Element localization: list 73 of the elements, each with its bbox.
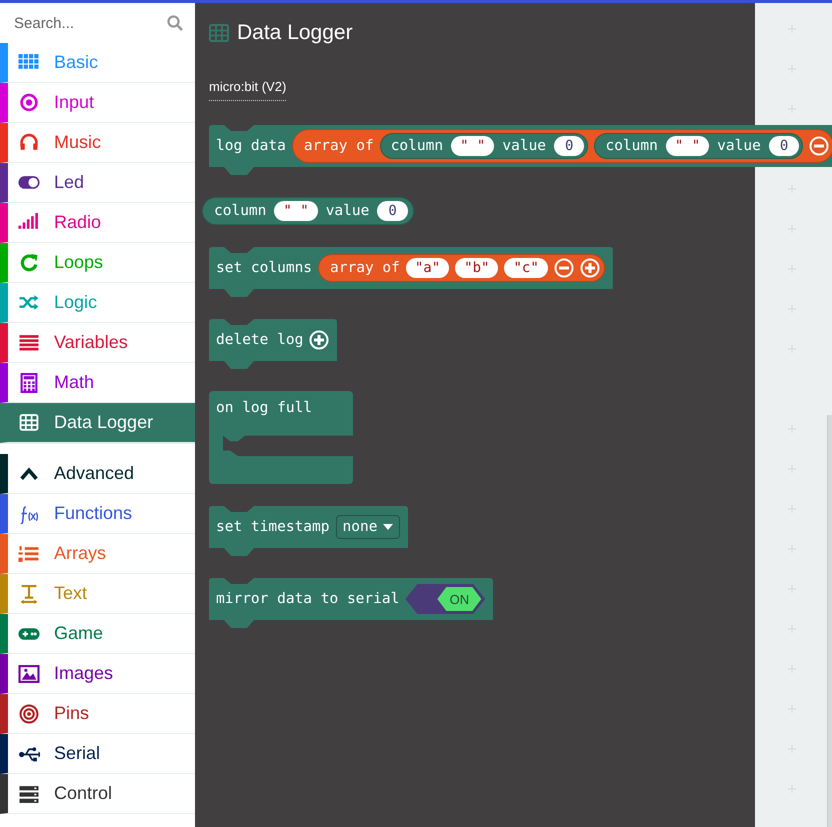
category-icon (18, 544, 40, 564)
reporter-block[interactable]: column " " value 0 (202, 197, 414, 225)
block-label: mirror data to serial (216, 591, 400, 607)
block-label: set timestamp (216, 519, 330, 535)
category-icon (18, 584, 40, 604)
number-field[interactable]: 0 (377, 201, 408, 221)
table-icon (209, 24, 229, 42)
category-item[interactable]: Data Logger (0, 403, 195, 443)
category-item[interactable]: Input (0, 83, 195, 123)
column-value-block[interactable]: column " " value 0 (594, 133, 804, 159)
block-label: delete log (216, 332, 304, 348)
category-item[interactable]: Music (0, 123, 195, 163)
block-label: array of (330, 260, 400, 276)
add-icon[interactable] (580, 258, 600, 278)
string-field[interactable]: " " (666, 136, 710, 156)
statement-block[interactable]: set timestamp none (209, 506, 408, 556)
category-icon (18, 92, 40, 112)
block-label: set columns (216, 260, 312, 276)
block-label: column (605, 138, 658, 154)
array-block[interactable]: array of "a" "b" "c" (318, 254, 605, 282)
category-icon (18, 252, 40, 272)
category-item[interactable]: Functions (0, 494, 195, 534)
scrollbar[interactable] (827, 415, 832, 827)
category-item[interactable]: Math (0, 363, 195, 403)
block-label: value (717, 138, 761, 154)
category-item[interactable]: Game (0, 614, 195, 654)
category-icon (18, 784, 40, 804)
category-item[interactable]: Radio (0, 203, 195, 243)
block-label: value (326, 203, 370, 219)
statement-block[interactable]: log data array of column " " value 0 column " " value 0 (209, 125, 832, 175)
block-label: on log full (216, 400, 312, 416)
timestamp-dropdown[interactable]: none (336, 515, 400, 539)
caret-down-icon (383, 524, 394, 530)
statement-block[interactable]: mirror data to serial ON (209, 578, 494, 628)
category-item[interactable]: Images (0, 654, 195, 694)
remove-icon[interactable] (554, 258, 574, 278)
array-block[interactable]: array of column " " value 0 column " " value 0 (292, 129, 832, 163)
category-icon (18, 372, 40, 392)
number-field[interactable]: 0 (554, 136, 584, 156)
category-icon (18, 504, 40, 524)
category-icon (18, 704, 40, 724)
category-item[interactable]: Serial (0, 734, 195, 774)
string-field[interactable]: "c" (504, 258, 548, 278)
flyout-title: Data Logger (237, 21, 353, 45)
toggle-switch[interactable]: ON (405, 584, 486, 614)
category-icon (18, 412, 40, 432)
statement-block[interactable]: set columns array of "a" "b" "c" (209, 247, 613, 297)
category-item[interactable]: Pins (0, 694, 195, 734)
string-field[interactable]: "a" (406, 258, 450, 278)
category-icon (18, 664, 40, 684)
category-item[interactable]: Control (0, 774, 195, 814)
number-field[interactable]: 0 (768, 136, 800, 156)
block-label: array of (304, 138, 374, 154)
event-block[interactable]: on log full (209, 391, 353, 484)
string-field[interactable]: " " (274, 201, 318, 221)
category-icon (18, 332, 40, 352)
string-field[interactable]: " " (451, 136, 494, 156)
category-item[interactable]: Variables (0, 323, 195, 363)
search-icon[interactable] (167, 15, 183, 31)
block-label: column (390, 138, 444, 154)
block-label: value (502, 138, 546, 154)
category-icon (18, 132, 40, 152)
column-value-block[interactable]: column " " value 0 (380, 133, 588, 159)
category-item[interactable]: Led (0, 163, 195, 203)
category-item[interactable]: Arrays (0, 534, 195, 574)
string-field[interactable]: "b" (455, 258, 498, 278)
add-icon[interactable] (309, 330, 330, 350)
block-label: column (214, 203, 266, 219)
section-label: micro:bit (V2) (209, 79, 286, 101)
remove-icon[interactable] (809, 136, 830, 156)
block-label: log data (216, 138, 286, 154)
category-icon (18, 292, 40, 312)
statement-block[interactable]: delete log (209, 319, 338, 369)
